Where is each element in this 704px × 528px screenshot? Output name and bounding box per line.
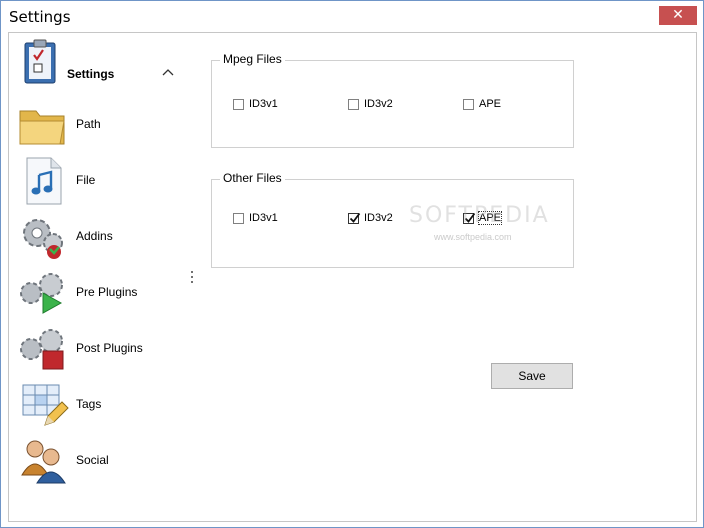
- mpeg-id3v2-checkbox[interactable]: ID3v2: [348, 96, 393, 112]
- watermark-url: www.softpedia.com: [434, 232, 512, 242]
- checkbox-label: APE: [479, 98, 502, 110]
- nav-item-label: Tags: [76, 397, 102, 411]
- mpeg-ape-checkbox[interactable]: APE: [463, 96, 501, 112]
- close-icon: ✕: [672, 7, 684, 23]
- checkmark-icon: [349, 212, 361, 223]
- nav-item-label: Pre Plugins: [76, 285, 138, 299]
- settings-window: Settings ✕ Settings Path File Addins Pre…: [0, 0, 704, 528]
- other-id3v1-checkbox[interactable]: ID3v1: [233, 210, 278, 226]
- nav-header-settings[interactable]: Settings: [9, 33, 189, 93]
- gears-addins-icon: [23, 219, 63, 259]
- users-icon: [21, 440, 66, 484]
- clipboard-checklist-icon: [24, 39, 56, 84]
- checkbox-box[interactable]: [233, 98, 244, 110]
- nav-item-label: Path: [76, 117, 101, 131]
- checkbox-box[interactable]: [463, 98, 474, 110]
- music-file-icon: [26, 157, 62, 205]
- folder-icon: [19, 110, 65, 145]
- gears-play-icon: [20, 273, 63, 314]
- nav-item-file[interactable]: File: [9, 153, 189, 205]
- grid-pencil-icon: [22, 384, 69, 426]
- checkbox-box[interactable]: [233, 212, 244, 224]
- nav-item-label: File: [76, 173, 96, 187]
- group-title: Other Files: [220, 171, 285, 185]
- checkbox-label: ID3v1: [249, 212, 278, 224]
- window-title: Settings: [9, 8, 71, 26]
- nav-item-tags[interactable]: Tags: [9, 377, 189, 429]
- chevron-up-icon[interactable]: [161, 67, 175, 77]
- group-title: Mpeg Files: [220, 52, 285, 66]
- nav-item-label: Social: [76, 453, 109, 467]
- checkbox-label: ID3v1: [249, 98, 278, 110]
- nav-item-pre-plugins[interactable]: Pre Plugins: [9, 265, 189, 317]
- nav-item-social[interactable]: Social: [9, 433, 189, 485]
- nav-item-label: Post Plugins: [76, 341, 143, 355]
- nav-item-label: Addins: [76, 229, 113, 243]
- splitter-handle[interactable]: [190, 270, 194, 284]
- client-area: Settings Path File Addins Pre Plugins Po…: [8, 32, 697, 522]
- mpeg-id3v1-checkbox[interactable]: ID3v1: [233, 96, 278, 112]
- other-id3v2-checkbox[interactable]: ID3v2: [348, 210, 393, 226]
- checkbox-label: ID3v2: [364, 98, 393, 110]
- mpeg-files-group: Mpeg Files ID3v1 ID3v2 APE: [211, 52, 574, 148]
- nav-item-addins[interactable]: Addins: [9, 209, 189, 261]
- nav-item-post-plugins[interactable]: Post Plugins: [9, 321, 189, 373]
- gears-stop-icon: [20, 329, 64, 370]
- title-bar: Settings ✕: [1, 1, 703, 32]
- checkbox-box-checked[interactable]: [348, 212, 361, 224]
- checkbox-box[interactable]: [348, 98, 359, 110]
- close-button[interactable]: ✕: [659, 6, 697, 25]
- settings-nav: Settings Path File Addins Pre Plugins Po…: [9, 33, 209, 521]
- save-button[interactable]: Save: [491, 363, 573, 389]
- checkbox-label: ID3v2: [364, 212, 393, 224]
- nav-item-path[interactable]: Path: [9, 97, 189, 149]
- nav-header-label: Settings: [67, 67, 115, 81]
